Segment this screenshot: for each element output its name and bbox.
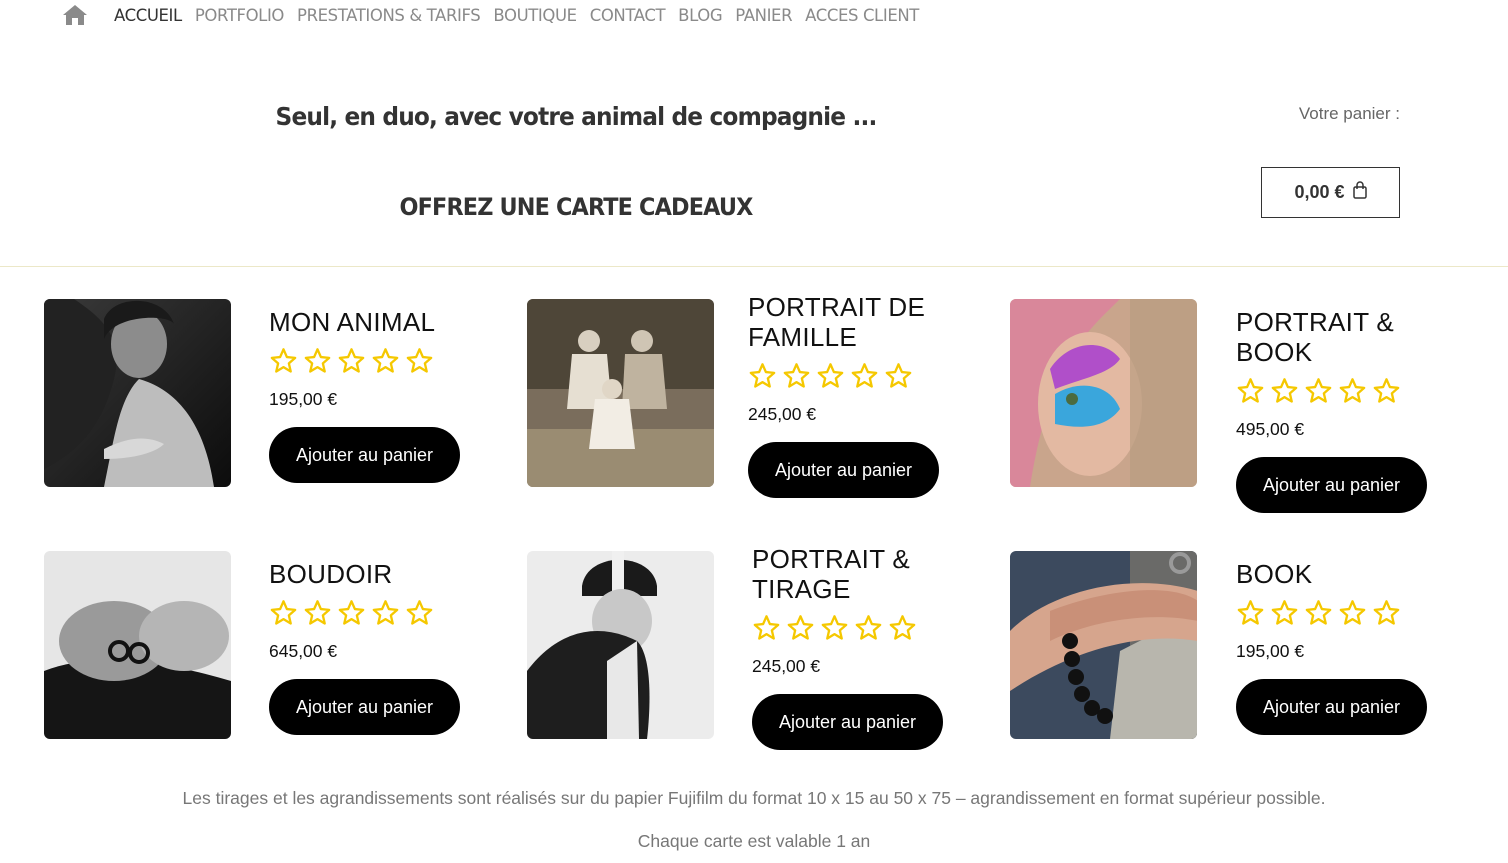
product-price: 245,00 € [752,656,821,676]
page-title: OFFREZ UNE CARTE CADEAUX [399,193,753,221]
star-icon [1339,378,1366,403]
product-price: 245,00 € [748,404,817,424]
nav-item-blog[interactable]: BLOG [678,6,723,25]
cart-button[interactable]: 0,00 € [1261,167,1400,218]
product-title[interactable]: MON ANIMAL [269,307,509,337]
star-icon [1339,600,1366,625]
star-icon [889,615,916,640]
star-icon [270,600,297,625]
star-icon [1271,378,1298,403]
product-image[interactable] [44,551,231,739]
nav-item-panier[interactable]: PANIER [735,6,792,25]
product-title[interactable]: BOOK [1236,559,1476,589]
cart-label: Votre panier : [1298,104,1400,123]
star-rating [269,347,509,375]
star-icon [304,600,331,625]
shopping-bag-icon [1352,181,1367,204]
star-icon [1237,378,1264,403]
star-icon [851,363,878,388]
add-to-cart-button[interactable]: Ajouter au panier [269,679,460,735]
product-info: BOOK 195,00 € Ajouter au panier [1236,559,1476,735]
validity-text: Chaque carte est valable 1 an [637,831,871,851]
star-icon [406,348,433,373]
star-icon [304,348,331,373]
product-image[interactable] [527,551,714,739]
star-icon [855,615,882,640]
star-icon [821,615,848,640]
star-icon [1237,600,1264,625]
product-info: PORTRAIT & TIRAGE 245,00 € Ajouter au pa… [752,544,992,750]
star-icon [749,363,776,388]
star-icon [787,615,814,640]
nav-item-acces-client[interactable]: ACCES CLIENT [805,6,919,25]
star-icon [753,615,780,640]
star-icon [817,363,844,388]
product-info: PORTRAIT DE FAMILLE 245,00 € Ajouter au … [748,292,988,498]
star-rating [752,614,992,642]
star-icon [1373,600,1400,625]
add-to-cart-button[interactable]: Ajouter au panier [1236,679,1427,735]
star-icon [338,600,365,625]
nav-item-accueil[interactable]: ACCUEIL [114,6,182,25]
main-nav: ACCUEIL PORTFOLIO PRESTATIONS & TARIFS B… [62,0,932,30]
header-divider [0,266,1508,267]
add-to-cart-button[interactable]: Ajouter au panier [269,427,460,483]
star-icon [783,363,810,388]
product-info: BOUDOIR 645,00 € Ajouter au panier [269,559,509,735]
nav-item-boutique[interactable]: BOUTIQUE [493,6,577,25]
star-icon [1373,378,1400,403]
star-rating [269,599,509,627]
star-icon [372,348,399,373]
nav-item-contact[interactable]: CONTACT [590,6,666,25]
star-icon [1271,600,1298,625]
star-rating [1236,377,1476,405]
star-rating [748,362,988,390]
cart-total: 0,00 € [1294,182,1345,202]
product-info: MON ANIMAL 195,00 € Ajouter au panier [269,307,509,483]
page-tagline: Seul, en duo, avec votre animal de compa… [275,102,878,131]
product-title[interactable]: PORTRAIT DE FAMILLE [748,292,988,352]
add-to-cart-button[interactable]: Ajouter au panier [1236,457,1427,513]
star-icon [406,600,433,625]
product-image[interactable] [1010,299,1197,487]
product-price: 195,00 € [1236,641,1305,661]
product-title[interactable]: PORTRAIT & TIRAGE [752,544,992,604]
product-price: 495,00 € [1236,419,1305,439]
product-title[interactable]: PORTRAIT & BOOK [1236,307,1476,367]
product-info: PORTRAIT & BOOK 495,00 € Ajouter au pani… [1236,307,1476,513]
home-icon[interactable] [62,4,88,26]
star-icon [270,348,297,373]
star-icon [1305,378,1332,403]
product-image[interactable] [1010,551,1197,739]
product-title[interactable]: BOUDOIR [269,559,509,589]
nav-item-portfolio[interactable]: PORTFOLIO [195,6,285,25]
product-price: 645,00 € [269,641,338,661]
star-rating [1236,599,1476,627]
nav-item-prestations[interactable]: PRESTATIONS & TARIFS [297,6,481,25]
product-image[interactable] [44,299,231,487]
footnote-text: Les tirages et les agrandissements sont … [182,788,1326,808]
add-to-cart-button[interactable]: Ajouter au panier [748,442,939,498]
product-price: 195,00 € [269,389,338,409]
star-icon [1305,600,1332,625]
product-image[interactable] [527,299,714,487]
add-to-cart-button[interactable]: Ajouter au panier [752,694,943,750]
star-icon [885,363,912,388]
star-icon [338,348,365,373]
star-icon [372,600,399,625]
